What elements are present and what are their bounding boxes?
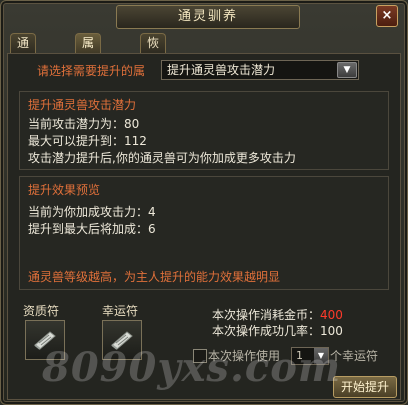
- max-bonus-text: 提升到最大后将加成：6: [28, 222, 156, 236]
- attribute-select-row: 请选择需要提升的属 提升通灵兽攻击潜力 ▼: [37, 60, 359, 80]
- tab-restore-vitality[interactable]: 恢复活力: [140, 33, 167, 107]
- luck-charm-quantity-select[interactable]: 1 ▼: [291, 347, 329, 365]
- current-potential-text: 当前攻击潜力为：80: [28, 117, 140, 131]
- scroll-icon: [111, 331, 133, 350]
- effect-preview-box: 提升效果预览 当前为你加成攻击力：4 提升到最大后将加成：6 通灵兽等级越高，为…: [19, 176, 389, 290]
- chevron-down-icon[interactable]: ▼: [337, 62, 357, 78]
- start-boost-button[interactable]: 开始提升: [333, 376, 397, 398]
- scroll-icon: [34, 331, 56, 350]
- luck-charm-slot[interactable]: [102, 320, 142, 360]
- attribute-dropdown[interactable]: 提升通灵兽攻击潜力 ▼: [161, 60, 359, 80]
- preview-note: 通灵兽等级越高，为主人提升的能力效果越明显: [28, 270, 281, 284]
- gold-cost-label: 本次操作消耗金币：: [212, 308, 321, 322]
- use-luck-charm-checkbox[interactable]: [193, 349, 207, 363]
- dropdown-value: 提升通灵兽攻击潜力: [167, 63, 276, 77]
- tab-attribute-boost[interactable]: 属性提升: [75, 33, 102, 107]
- current-bonus-text: 当前为你加成攻击力：4: [28, 205, 156, 219]
- gold-cost-value: 400: [320, 308, 343, 322]
- max-potential-text: 最大可以提升到：112: [28, 134, 147, 148]
- quantity-unit-label: 个幸运符: [330, 349, 379, 363]
- chevron-down-icon[interactable]: ▼: [314, 348, 328, 364]
- window-title: 通灵驯养: [116, 5, 300, 29]
- luck-charm-label: 幸运符: [102, 304, 139, 318]
- success-rate-text: 本次操作成功几率：100: [212, 324, 343, 338]
- aptitude-charm-label: 资质符: [23, 304, 60, 318]
- aptitude-charm-slot[interactable]: [25, 320, 65, 360]
- preview-title: 提升效果预览: [28, 183, 101, 197]
- use-option-label: 本次操作使用: [208, 349, 281, 363]
- gold-cost-line: 本次操作消耗金币：400: [212, 306, 343, 323]
- attribute-info-box: 提升通灵兽攻击潜力 当前攻击潜力为：80 最大可以提升到：112 攻击潜力提升后…: [19, 91, 389, 170]
- select-prompt: 请选择需要提升的属: [37, 64, 146, 78]
- title-bar: 通灵驯养 ×: [4, 3, 402, 29]
- tab-advance[interactable]: 通灵进阶: [10, 33, 37, 107]
- close-button[interactable]: ×: [376, 5, 398, 27]
- info-title: 提升通灵兽攻击潜力: [28, 98, 137, 112]
- potential-description: 攻击潜力提升后,你的通灵兽可为你加成更多攻击力: [28, 151, 296, 165]
- quantity-value: 1: [296, 349, 303, 362]
